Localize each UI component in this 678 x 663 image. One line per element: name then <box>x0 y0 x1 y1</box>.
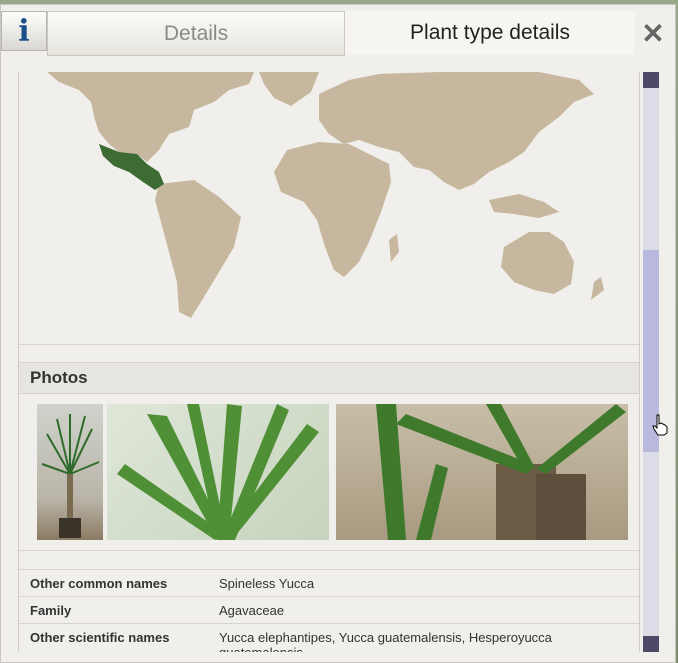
info-icon: i <box>18 13 30 49</box>
property-label: Other scientific names <box>30 630 170 645</box>
property-label: Other common names <box>30 576 168 591</box>
trunk-closeup-image <box>376 404 626 540</box>
section-divider <box>19 550 639 551</box>
world-map-graphic <box>47 72 604 318</box>
property-value: Spineless Yucca <box>219 576 315 591</box>
scroll-down-arrow[interactable] <box>643 636 659 652</box>
photos-section-heading: Photos <box>19 362 639 394</box>
yucca-potted-plant-photo[interactable] <box>37 404 103 540</box>
details-content: Photos Other common names Spineless Yucc… <box>18 72 640 652</box>
property-value: Yucca elephantipes, Yucca guatemalensis,… <box>219 630 552 652</box>
property-row: Other common names Spineless Yucca <box>19 570 639 597</box>
tab-plant-type-details[interactable]: Plant type details <box>345 11 635 55</box>
close-icon[interactable]: ✕ <box>639 18 667 49</box>
potted-plant-image <box>41 414 100 538</box>
leaves-closeup-image <box>117 404 319 540</box>
property-value: Agavaceae <box>219 603 285 618</box>
yucca-trunk-closeup-photo[interactable] <box>336 404 628 540</box>
property-row: Family Agavaceae <box>19 597 639 624</box>
tab-details[interactable]: Details <box>47 11 345 56</box>
property-row: Other scientific names Yucca elephantipe… <box>19 624 639 652</box>
distribution-map <box>19 72 639 345</box>
property-label: Family <box>30 603 72 618</box>
yucca-leaves-closeup-photo[interactable] <box>107 404 329 540</box>
properties-table: Other common names Spineless Yucca Famil… <box>19 569 639 652</box>
hand-cursor-icon <box>652 414 668 436</box>
scroll-up-arrow[interactable] <box>643 72 659 88</box>
info-button[interactable]: i <box>1 11 47 51</box>
